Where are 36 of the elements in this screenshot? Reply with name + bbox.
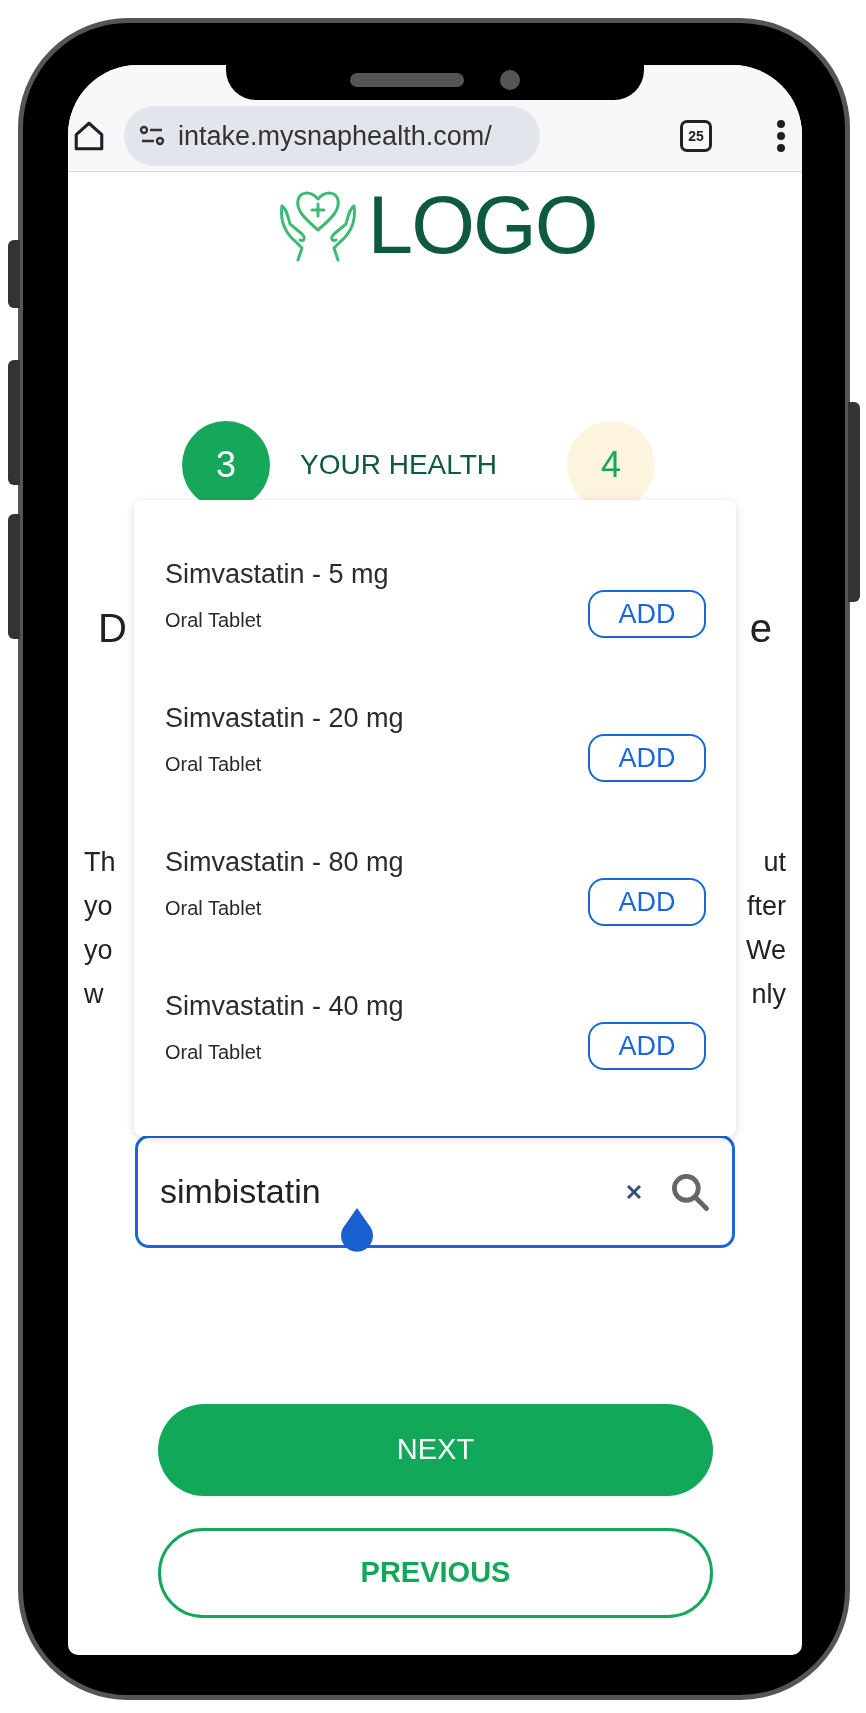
suggestion-item[interactable]: Simvastatin - 80 mg Oral Tablet ADD: [134, 844, 736, 988]
logo-text: LOGO: [367, 184, 597, 266]
paragraph-fragment: w: [84, 978, 104, 1011]
medication-name: Simvastatin - 5 mg: [165, 558, 389, 591]
paragraph-fragment: nly: [751, 978, 786, 1011]
heading-fragment: e: [749, 606, 772, 650]
clear-icon[interactable]: [626, 1183, 642, 1200]
add-button[interactable]: ADD: [588, 734, 706, 782]
medication-name: Simvastatin - 20 mg: [165, 702, 404, 735]
medication-form: Oral Tablet: [165, 752, 263, 776]
paragraph-fragment: yo: [84, 890, 113, 923]
step-label: YOUR HEALTH: [300, 448, 498, 482]
medication-form: Oral Tablet: [165, 1040, 263, 1064]
add-button[interactable]: ADD: [588, 1022, 706, 1070]
add-button[interactable]: ADD: [588, 878, 706, 926]
paragraph-fragment: yo: [84, 934, 113, 967]
paragraph-fragment: fter: [747, 890, 786, 923]
medication-form: Oral Tablet: [165, 608, 263, 632]
site-settings-icon[interactable]: [138, 124, 166, 148]
search-value: simbistatin: [160, 1171, 321, 1212]
medication-name: Simvastatin - 80 mg: [165, 846, 404, 879]
paragraph-fragment: We: [746, 934, 786, 967]
paragraph-fragment: Th: [84, 846, 116, 879]
home-icon[interactable]: [72, 119, 106, 153]
heading-fragment: D: [98, 606, 127, 650]
menu-icon[interactable]: [776, 119, 786, 153]
medication-form: Oral Tablet: [165, 896, 263, 920]
add-button[interactable]: ADD: [588, 590, 706, 638]
tab-count-icon[interactable]: 25: [680, 120, 712, 152]
suggestion-item[interactable]: Simvastatin - 40 mg Oral Tablet ADD: [134, 988, 736, 1132]
url-text: intake.mysnaphealth.com/: [178, 119, 492, 153]
suggestion-item[interactable]: Simvastatin - 5 mg Oral Tablet ADD: [134, 556, 736, 700]
suggestion-item[interactable]: Simvastatin - 20 mg Oral Tablet ADD: [134, 700, 736, 844]
paragraph-fragment: ut: [763, 846, 786, 879]
medication-name: Simvastatin - 40 mg: [165, 990, 404, 1023]
address-bar[interactable]: intake.mysnaphealth.com/: [124, 106, 540, 166]
